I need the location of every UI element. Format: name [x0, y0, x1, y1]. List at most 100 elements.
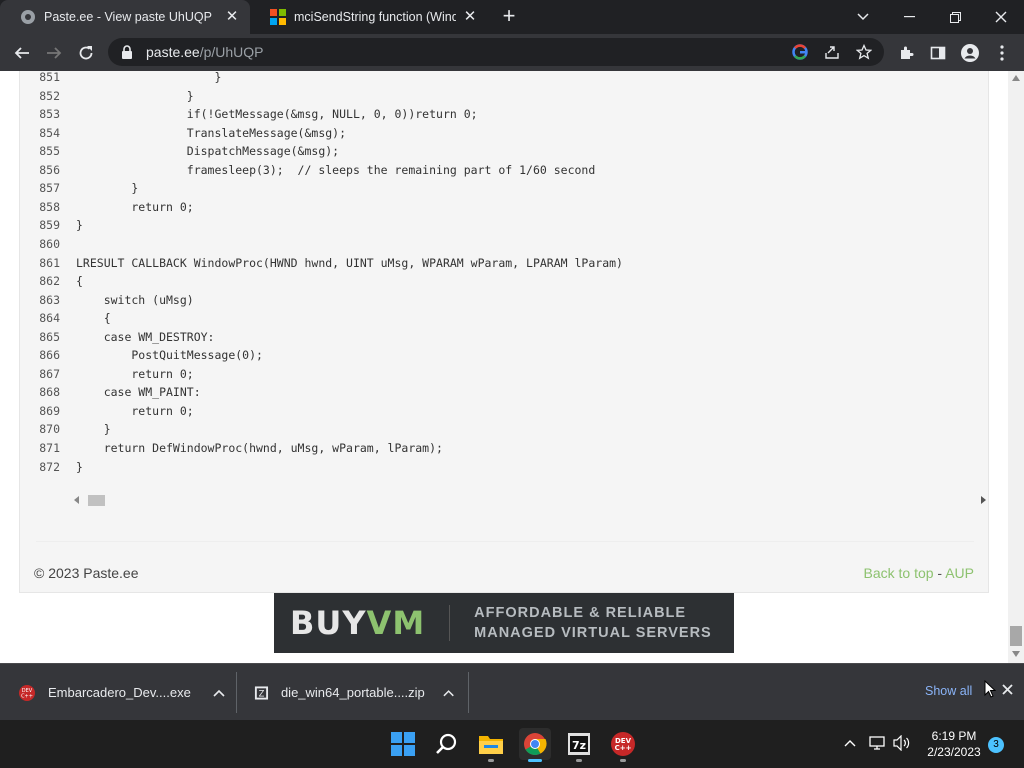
- buyvm-ad-banner[interactable]: BUYVM AFFORDABLE & RELIABLE MANAGED VIRT…: [274, 593, 734, 653]
- code-line: 852 }: [20, 87, 960, 106]
- extensions-icon[interactable]: [893, 40, 919, 66]
- code-line: 864 {: [20, 309, 960, 328]
- paste-ee-icon: [21, 10, 35, 24]
- chevron-up-icon[interactable]: [443, 689, 454, 697]
- code-line: 862 {: [20, 272, 960, 291]
- lock-icon[interactable]: [120, 45, 134, 59]
- tray-overflow-chevron-icon[interactable]: [844, 739, 856, 747]
- scroll-up-icon[interactable]: [1012, 75, 1020, 81]
- line-code: }: [76, 218, 83, 233]
- buyvm-logo: BUYVM: [290, 604, 426, 642]
- share-icon[interactable]: [824, 44, 840, 65]
- line-code: switch (uMsg): [76, 292, 194, 307]
- volume-icon[interactable]: [893, 735, 911, 751]
- line-code: PostQuitMessage(0);: [76, 348, 263, 363]
- scroll-left-icon[interactable]: [74, 496, 80, 504]
- code-line: 858 return 0;: [20, 198, 960, 217]
- forward-icon[interactable]: [41, 40, 67, 66]
- reload-icon[interactable]: [73, 40, 99, 66]
- close-download-bar-icon[interactable]: [998, 682, 1016, 700]
- restore-icon[interactable]: [932, 0, 978, 34]
- clock-date: 2/23/2023: [927, 745, 981, 759]
- 7zip-icon[interactable]: 7z: [563, 728, 595, 762]
- svg-text:C++: C++: [21, 693, 33, 699]
- side-panel-icon[interactable]: [925, 40, 951, 66]
- notification-badge[interactable]: 3: [988, 737, 1004, 753]
- code-line: 863 switch (uMsg): [20, 291, 960, 310]
- download-separator: [468, 672, 469, 713]
- new-tab-button[interactable]: +: [498, 5, 520, 28]
- devcpp-icon[interactable]: DEV C++: [607, 728, 639, 762]
- code-line: 865 case WM_DESTROY:: [20, 328, 960, 347]
- windows-start-icon[interactable]: [387, 728, 419, 760]
- chevron-up-icon[interactable]: [213, 689, 225, 697]
- devcpp-icon: DEVC++: [19, 684, 35, 701]
- horizontal-scroll-thumb[interactable]: [88, 495, 105, 506]
- code-line: 870 }: [20, 420, 960, 439]
- code-line: 869 return 0;: [20, 402, 960, 421]
- address-bar[interactable]: paste.ee/p/UhUQP: [108, 38, 884, 66]
- line-number: 863: [39, 292, 60, 307]
- download-filename: die_win64_portable....zip: [280, 685, 425, 700]
- copyright-text: © 2023 Paste.ee: [34, 565, 139, 581]
- line-code: DispatchMessage(&msg);: [76, 144, 340, 159]
- scroll-down-icon[interactable]: [1012, 651, 1020, 657]
- line-code: TranslateMessage(&msg);: [76, 125, 347, 140]
- back-to-top-link[interactable]: Back to top: [863, 565, 933, 581]
- microsoft-icon: [270, 9, 286, 25]
- close-tab-icon[interactable]: ✕: [462, 9, 478, 25]
- search-icon[interactable]: [431, 728, 463, 760]
- chrome-icon[interactable]: [519, 728, 551, 762]
- line-number: 866: [39, 348, 60, 363]
- tab-paste-ee[interactable]: Paste.ee - View paste UhUQP ✕: [0, 0, 250, 34]
- url-text: paste.ee/p/UhUQP: [146, 44, 264, 60]
- line-number: 859: [39, 218, 60, 233]
- line-code: {: [76, 274, 83, 289]
- menu-kebab-icon[interactable]: [989, 40, 1015, 66]
- google-icon[interactable]: [792, 44, 808, 65]
- profile-icon[interactable]: [957, 40, 983, 66]
- close-tab-icon[interactable]: ✕: [224, 9, 240, 25]
- footer-links: Back to top - AUP: [863, 565, 974, 581]
- page-vertical-scrollbar[interactable]: [1008, 71, 1024, 663]
- system-clock[interactable]: 6:19 PM 2/23/2023: [920, 728, 988, 760]
- code-line: 860: [20, 235, 960, 254]
- line-number: 864: [39, 311, 60, 326]
- code-block: 851 } 852 } 853 if(!GetMessage(&msg, NULL,…: [19, 71, 989, 593]
- horizontal-scrollbar[interactable]: [72, 492, 988, 508]
- code-line: 861 LRESULT CALLBACK WindowProc(HWND hwnd…: [20, 254, 960, 273]
- close-window-icon[interactable]: [978, 0, 1024, 34]
- line-code: if(!GetMessage(&msg, NULL, 0, 0))return …: [76, 107, 478, 122]
- line-code: }: [76, 88, 194, 103]
- footer-separator: -: [933, 565, 946, 581]
- back-icon[interactable]: [9, 40, 35, 66]
- scroll-right-icon[interactable]: [980, 496, 986, 504]
- tab-mcisendstring[interactable]: mciSendString function (Window ✕: [250, 0, 488, 34]
- file-explorer-icon[interactable]: [475, 728, 507, 762]
- code-line: 856 framesleep(3); // sleeps the remaini…: [20, 161, 960, 180]
- line-code: }: [76, 459, 83, 474]
- aup-link[interactable]: AUP: [945, 565, 974, 581]
- line-code: LRESULT CALLBACK WindowProc(HWND hwnd, U…: [76, 255, 623, 270]
- download-item-embarcadero[interactable]: DEV C++ Embarcadero_Dev....exe: [18, 664, 228, 721]
- browser-toolbar: paste.ee/p/UhUQP: [0, 34, 1024, 71]
- line-number: 856: [39, 162, 60, 177]
- line-number: 851: [39, 71, 60, 84]
- line-code: return 0;: [76, 199, 194, 214]
- line-number: 858: [39, 199, 60, 214]
- network-icon[interactable]: [869, 736, 887, 750]
- line-number: 861: [39, 255, 60, 270]
- download-item-die-win64[interactable]: Z die_win64_portable....zip: [254, 664, 454, 721]
- line-number: 852: [39, 88, 60, 103]
- code-line: 853 if(!GetMessage(&msg, NULL, 0, 0))ret…: [20, 105, 960, 124]
- line-number: 870: [39, 422, 60, 437]
- line-number: 853: [39, 107, 60, 122]
- minimize-icon[interactable]: [886, 0, 932, 34]
- bookmark-star-icon[interactable]: [855, 43, 873, 65]
- tab-title: Paste.ee - View paste UhUQP: [44, 10, 212, 24]
- download-bar: DEV C++ Embarcadero_Dev....exe Z die_win6…: [0, 663, 1024, 720]
- show-all-downloads-button[interactable]: Show all: [925, 684, 972, 698]
- tab-search-icon[interactable]: [840, 0, 886, 34]
- line-number: 860: [39, 236, 60, 251]
- vertical-scroll-thumb[interactable]: [1010, 626, 1022, 646]
